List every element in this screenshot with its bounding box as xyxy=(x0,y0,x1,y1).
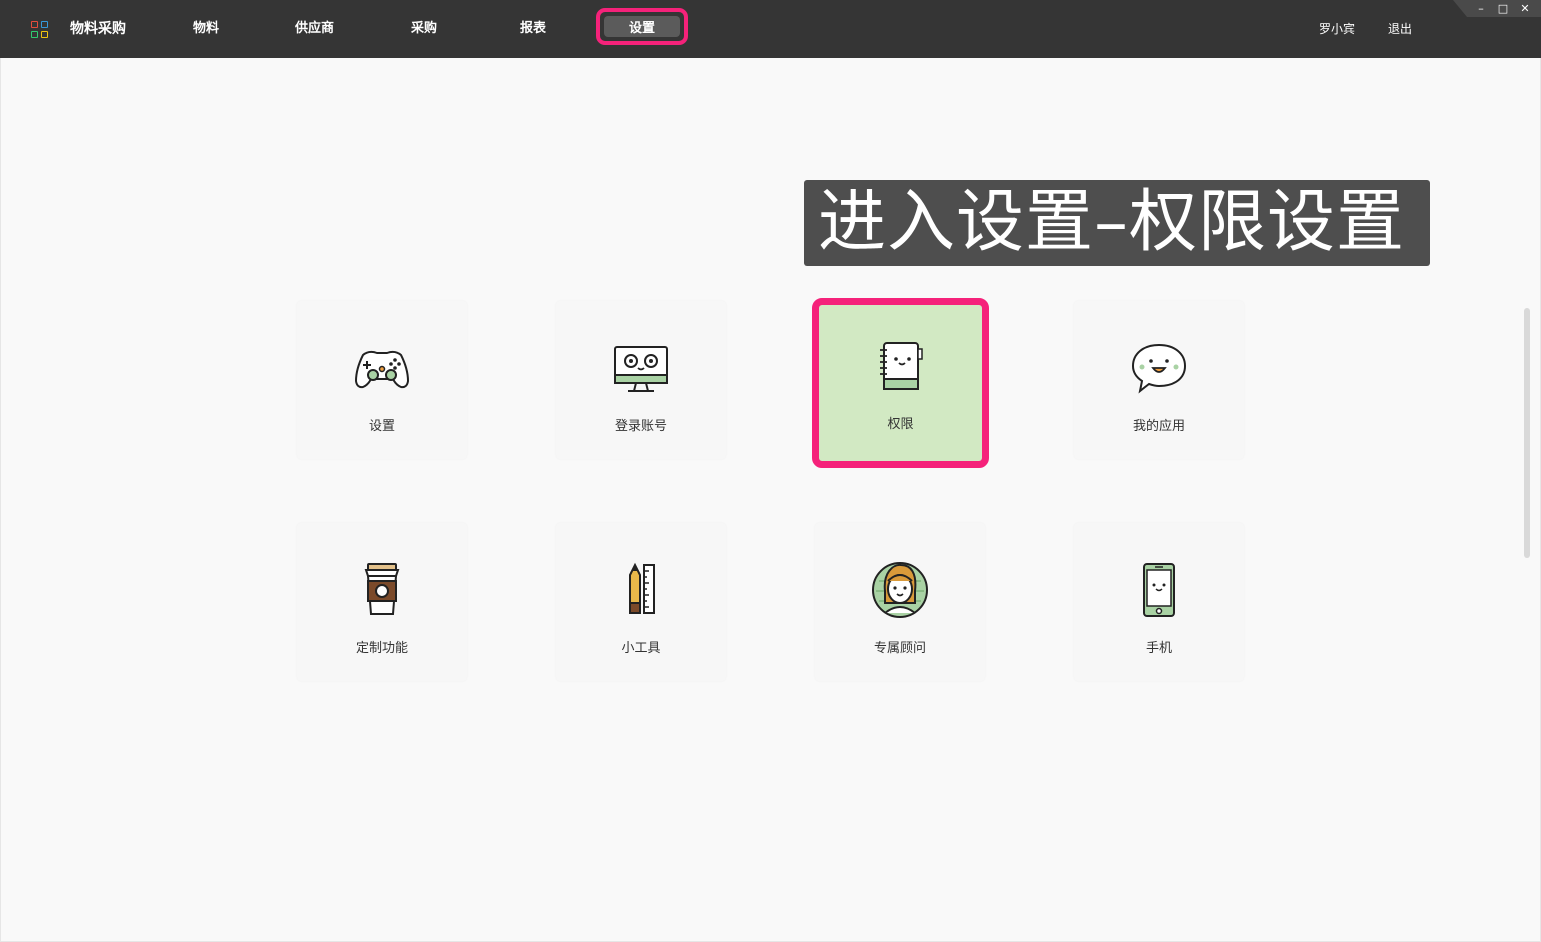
user-name[interactable]: 罗小宾 xyxy=(1319,18,1355,40)
top-bar: 物料采购 物料 供应商 采购 报表 设置 罗小宾 退出 – □ ✕ xyxy=(0,0,1541,58)
tile-tools[interactable]: 小工具 xyxy=(556,523,726,681)
tile-permissions-inner[interactable]: 权限 xyxy=(819,305,982,461)
minimize-icon[interactable]: – xyxy=(1475,2,1487,15)
phone-icon xyxy=(1143,563,1175,617)
tile-custom-features[interactable]: 定制功能 xyxy=(297,523,467,681)
nav-item-suppliers[interactable]: 供应商 xyxy=(295,18,334,40)
tile-permissions[interactable]: 权限 xyxy=(812,298,989,468)
maximize-icon[interactable]: □ xyxy=(1497,2,1509,15)
monitor-icon xyxy=(614,346,668,392)
logout-button[interactable]: 退出 xyxy=(1388,18,1412,40)
tile-label: 登录账号 xyxy=(614,419,667,434)
tile-advisor[interactable]: 专属顾问 xyxy=(815,523,985,681)
nav-item-reports[interactable]: 报表 xyxy=(520,18,546,40)
app-grid-icon[interactable] xyxy=(31,21,48,38)
nav-item-purchasing[interactable]: 采购 xyxy=(411,18,437,40)
tile-label: 权限 xyxy=(887,417,914,432)
speech-bubble-icon xyxy=(1131,343,1187,394)
tile-label: 专属顾问 xyxy=(873,641,926,656)
close-icon[interactable]: ✕ xyxy=(1519,2,1531,15)
vertical-scrollbar[interactable] xyxy=(1524,308,1530,558)
pencil-ruler-icon xyxy=(629,562,655,614)
tile-label: 小工具 xyxy=(621,641,661,656)
instruction-overlay: 进入设置–权限设置 xyxy=(804,180,1430,266)
app-title: 物料采购 xyxy=(70,21,126,37)
tile-label: 设置 xyxy=(368,419,395,434)
tile-label: 我的应用 xyxy=(1132,419,1185,434)
nav-item-settings[interactable]: 设置 xyxy=(604,16,680,37)
advisor-avatar-icon xyxy=(872,562,928,618)
tile-label: 定制功能 xyxy=(355,641,408,656)
tile-my-apps[interactable]: 我的应用 xyxy=(1074,301,1244,459)
gamepad-icon xyxy=(354,350,410,389)
notebook-icon xyxy=(880,342,923,390)
tile-login-account[interactable]: 登录账号 xyxy=(556,301,726,459)
tile-settings[interactable]: 设置 xyxy=(297,301,467,459)
tile-label: 手机 xyxy=(1145,641,1172,656)
window-controls: – □ ✕ xyxy=(1453,0,1541,17)
nav-item-settings-highlight: 设置 xyxy=(596,8,688,45)
tile-phone[interactable]: 手机 xyxy=(1074,523,1244,681)
nav-item-materials[interactable]: 物料 xyxy=(193,18,219,40)
coffee-cup-icon xyxy=(364,563,400,615)
